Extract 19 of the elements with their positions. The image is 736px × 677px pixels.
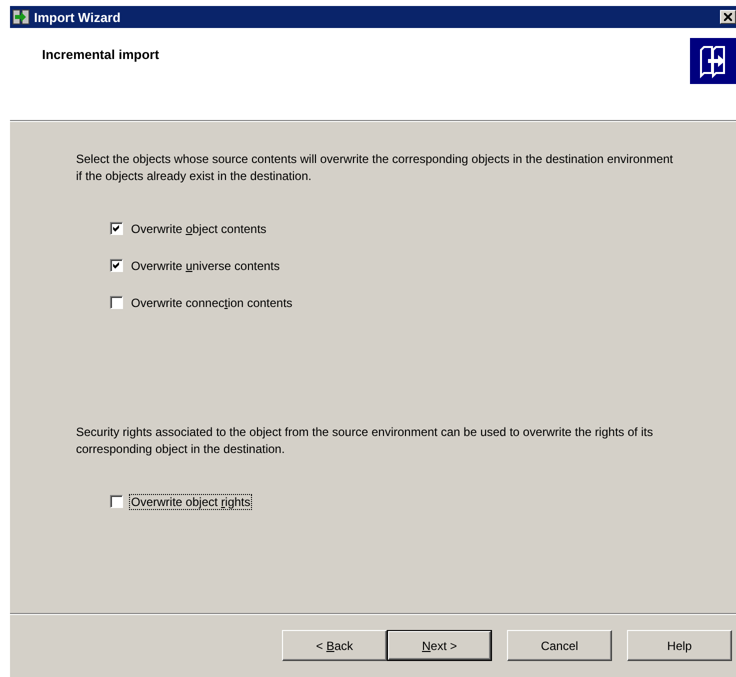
wizard-button[interactable]: Help [627,630,732,661]
checkbox[interactable] [110,222,123,235]
close-button[interactable] [720,10,736,24]
wizard-button[interactable]: < Back [282,630,387,661]
checkbox-label[interactable]: Overwrite object rights [129,494,252,510]
instruction-text: Security rights associated to the object from the source environment can be used to overwrite the rights of its corresponding object in the destination. [76,424,654,458]
instruction-text: Select the objects whose source contents will overwrite the corresponding objects in the destination environment if the objects already exist in the destination. [76,151,674,185]
server-arrow-icon [12,9,30,25]
checkbox-label[interactable]: Overwrite connection contents [129,294,294,310]
window-title: Import Wizard [34,10,122,24]
checkbox-label[interactable]: Overwrite universe contents [129,258,282,274]
checkbox[interactable] [110,495,123,508]
page-title: Incremental import [42,47,160,62]
checkbox-label[interactable]: Overwrite object contents [129,220,268,236]
checkbox[interactable] [110,259,123,272]
wizard-button[interactable]: Cancel [507,630,612,661]
close-icon [724,13,732,21]
checkbox[interactable] [110,296,123,309]
wizard-button[interactable]: Next > [387,630,492,661]
